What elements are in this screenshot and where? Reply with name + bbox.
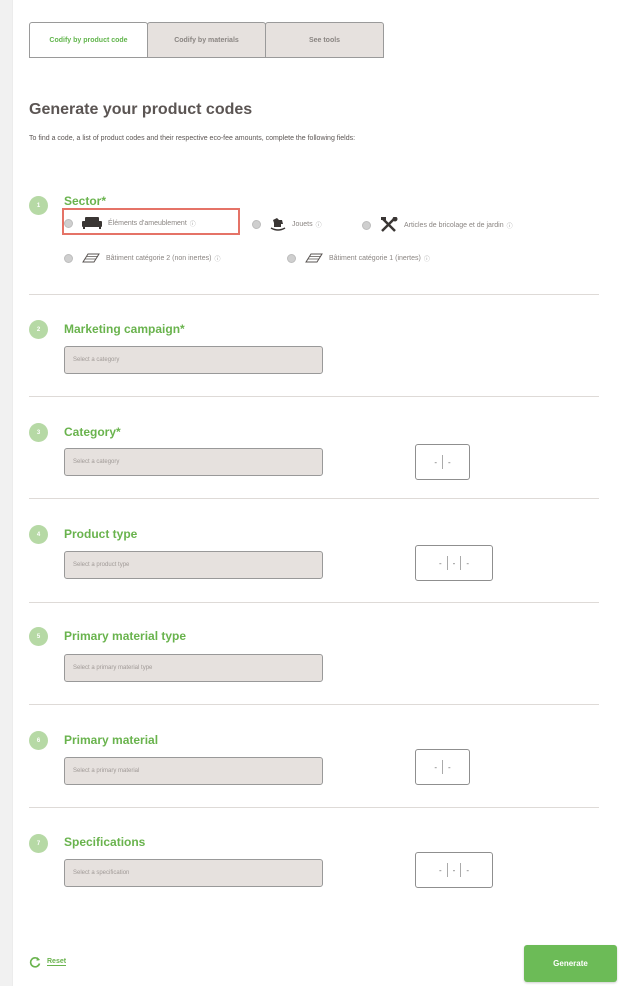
sector-label: Éléments d'ameublement xyxy=(108,219,187,227)
generate-button[interactable]: Generate xyxy=(524,945,617,982)
brick-icon xyxy=(82,253,100,263)
reset-button[interactable]: Reset xyxy=(29,956,67,968)
sector-option-bricolage[interactable]: Articles de bricolage et de jardin ⓘ xyxy=(362,217,513,233)
step-badge-4: 4 xyxy=(29,525,48,544)
category-select[interactable]: Select a category xyxy=(64,448,323,476)
sector-label: Bâtiment catégorie 1 (inertes) xyxy=(329,254,421,262)
step-badge-1: 1 xyxy=(29,196,48,215)
product-type-select[interactable]: Select a product type xyxy=(64,551,323,579)
refresh-icon xyxy=(29,957,41,968)
tab-see-tools[interactable]: See tools xyxy=(265,22,384,58)
step-badge-7: 7 xyxy=(29,834,48,853)
section-title-specifications: Specifications xyxy=(64,835,146,849)
product-type-code-display: --- xyxy=(415,545,493,581)
primary-material-code-display: -- xyxy=(415,749,470,785)
divider xyxy=(29,498,599,499)
radio-button[interactable] xyxy=(362,220,371,230)
sector-option-batiment-1[interactable]: Bâtiment catégorie 1 (inertes) ⓘ xyxy=(287,252,430,264)
info-icon[interactable]: ⓘ xyxy=(424,254,430,263)
primary-material-type-select[interactable]: Select a primary material type xyxy=(64,654,323,682)
step-badge-6: 6 xyxy=(29,731,48,750)
info-icon[interactable]: ⓘ xyxy=(507,221,513,230)
marketing-campaign-select[interactable]: Select a category xyxy=(64,346,323,374)
sector-label: Articles de bricolage et de jardin xyxy=(404,221,504,229)
tools-icon xyxy=(381,217,398,232)
specifications-select[interactable]: Select a specification xyxy=(64,859,323,887)
primary-material-select[interactable]: Select a primary material xyxy=(64,757,323,785)
radio-button[interactable] xyxy=(64,218,73,228)
sector-option-ameublement[interactable]: Éléments d'ameublement ⓘ xyxy=(64,217,196,229)
tab-codify-by-materials[interactable]: Codify by materials xyxy=(147,22,266,58)
reset-label[interactable]: Reset xyxy=(47,958,67,966)
radio-button[interactable] xyxy=(287,253,296,263)
sector-option-jouets[interactable]: Jouets ⓘ xyxy=(252,217,322,231)
page-intro: To find a code, a list of product codes … xyxy=(29,135,356,142)
sofa-icon xyxy=(82,217,102,229)
tab-codify-by-product-code[interactable]: Codify by product code xyxy=(29,22,148,58)
divider xyxy=(29,704,599,705)
step-badge-5: 5 xyxy=(29,627,48,646)
sector-label: Jouets xyxy=(292,220,313,228)
page-title: Generate your product codes xyxy=(29,101,253,118)
divider xyxy=(29,396,599,397)
info-icon[interactable]: ⓘ xyxy=(190,219,196,228)
brick-icon xyxy=(305,253,323,263)
sector-label: Bâtiment catégorie 2 (non inertes) xyxy=(106,254,212,262)
radio-button[interactable] xyxy=(64,253,73,263)
sector-option-batiment-2[interactable]: Bâtiment catégorie 2 (non inertes) ⓘ xyxy=(64,252,220,264)
rocking-horse-icon xyxy=(270,218,286,231)
info-icon[interactable]: ⓘ xyxy=(316,220,322,229)
divider xyxy=(29,807,599,808)
tab-bar: Codify by product code Codify by materia… xyxy=(29,22,384,58)
section-title-product-type: Product type xyxy=(64,527,138,541)
section-title-marketing-campaign: Marketing campaign* xyxy=(64,322,185,336)
divider xyxy=(29,602,599,603)
section-title-primary-material-type: Primary material type xyxy=(64,629,187,643)
step-badge-2: 2 xyxy=(29,320,48,339)
section-title-primary-material: Primary material xyxy=(64,733,159,747)
info-icon[interactable]: ⓘ xyxy=(214,254,220,263)
radio-button[interactable] xyxy=(252,219,261,229)
specifications-code-display: --- xyxy=(415,852,493,888)
divider xyxy=(29,294,599,295)
step-badge-3: 3 xyxy=(29,423,48,442)
category-code-display: -- xyxy=(415,444,470,480)
section-title-sector: Sector* xyxy=(64,194,107,208)
section-title-category: Category* xyxy=(64,425,121,439)
